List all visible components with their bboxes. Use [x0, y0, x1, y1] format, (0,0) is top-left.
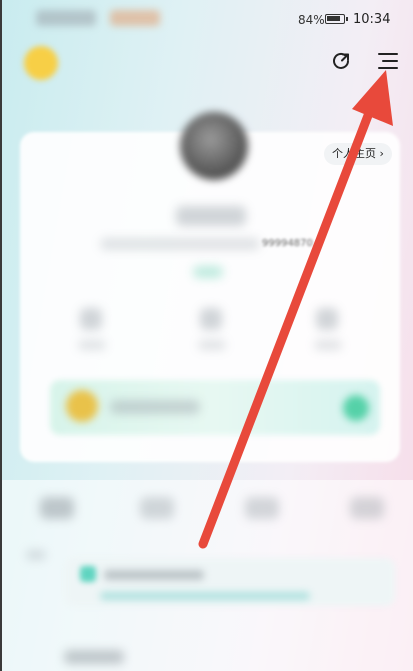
annotation-arrow	[198, 70, 393, 549]
arrow-head	[352, 70, 393, 126]
